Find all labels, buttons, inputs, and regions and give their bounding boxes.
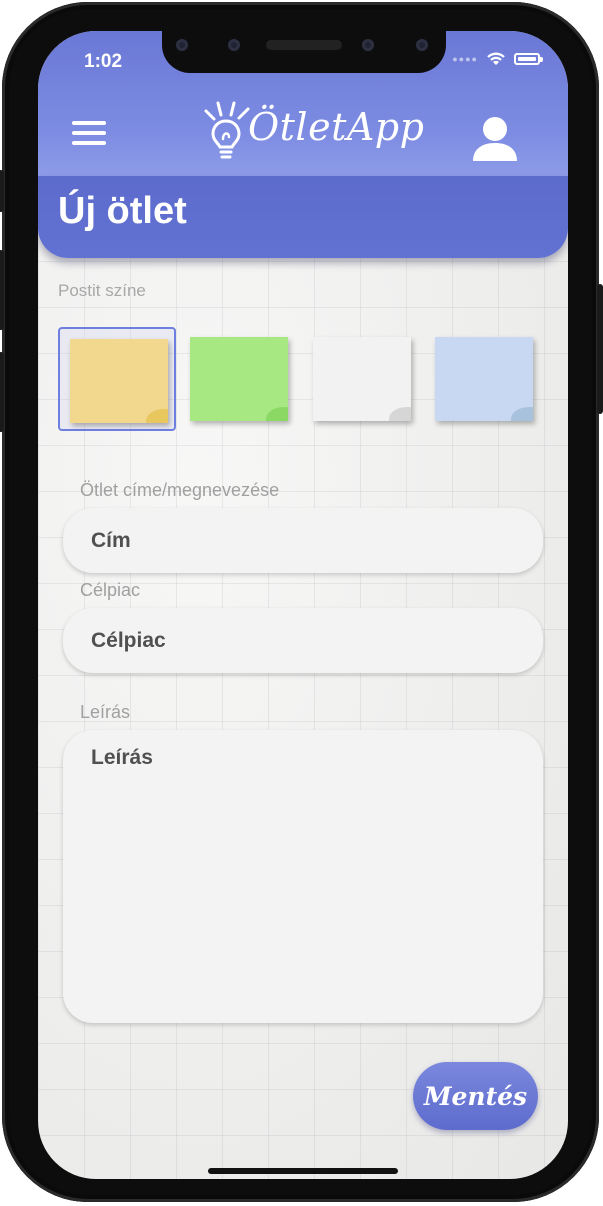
- page-title: Új ötlet: [58, 190, 187, 232]
- color-swatch-blue[interactable]: [425, 327, 543, 431]
- color-swatch-green[interactable]: [180, 327, 298, 431]
- ambient-sensor-icon: [416, 39, 428, 51]
- front-camera-icon: [228, 39, 240, 51]
- battery-icon: [514, 52, 543, 65]
- page-header: Új ötlet: [38, 176, 568, 258]
- market-field-label: Célpiac: [80, 580, 141, 600]
- app-bar: 1:02 ●●●● ÖtletApp: [38, 31, 568, 176]
- postit-note-icon: [70, 339, 168, 423]
- phone-frame: 1:02 ●●●● ÖtletApp Új ötlet Postit színe…: [0, 2, 603, 1202]
- volume-down-button: [0, 352, 4, 432]
- page-curl: [511, 407, 533, 421]
- page-curl: [266, 407, 288, 421]
- status-time: 1:02: [84, 51, 123, 72]
- market-input-placeholder: Célpiac: [91, 629, 166, 652]
- title-input-placeholder: Cím: [91, 529, 131, 552]
- title-input[interactable]: Cím: [63, 508, 543, 573]
- title-field-label: Ötlet címe/megnevezése: [80, 480, 280, 500]
- power-button: [597, 284, 603, 414]
- description-field-label: Leírás: [80, 702, 131, 722]
- page-curl: [389, 407, 411, 421]
- user-icon[interactable]: [472, 115, 518, 163]
- sensor-icon: [176, 39, 188, 51]
- postit-note-icon: [190, 337, 288, 421]
- app-logo: ÖtletApp: [202, 95, 424, 161]
- hamburger-menu-icon[interactable]: [72, 121, 106, 145]
- wifi-icon: [487, 52, 505, 65]
- volume-up-button: [0, 250, 4, 330]
- save-button[interactable]: Mentés: [413, 1062, 538, 1130]
- postit-note-icon: [435, 337, 533, 421]
- notch: [162, 31, 446, 73]
- lightbulb-icon: [204, 101, 250, 159]
- signal-icon: ●●●●: [452, 53, 478, 64]
- postit-color-label: Postit színe: [58, 281, 146, 300]
- app-screen: 1:02 ●●●● ÖtletApp Új ötlet Postit színe…: [38, 31, 568, 1179]
- logo-text: ÖtletApp: [248, 105, 425, 149]
- home-indicator: [208, 1168, 398, 1174]
- color-swatch-yellow[interactable]: [58, 327, 176, 431]
- earpiece-speaker: [266, 40, 342, 50]
- status-icons: ●●●●: [452, 51, 543, 66]
- proximity-sensor-icon: [362, 39, 374, 51]
- description-placeholder: Leírás: [91, 746, 153, 769]
- postit-note-icon: [313, 337, 411, 421]
- description-textarea[interactable]: Leírás: [63, 730, 543, 1023]
- color-swatch-white[interactable]: [303, 327, 421, 431]
- market-input[interactable]: Célpiac: [63, 608, 543, 673]
- page-curl: [146, 409, 168, 423]
- silent-switch: [0, 170, 4, 212]
